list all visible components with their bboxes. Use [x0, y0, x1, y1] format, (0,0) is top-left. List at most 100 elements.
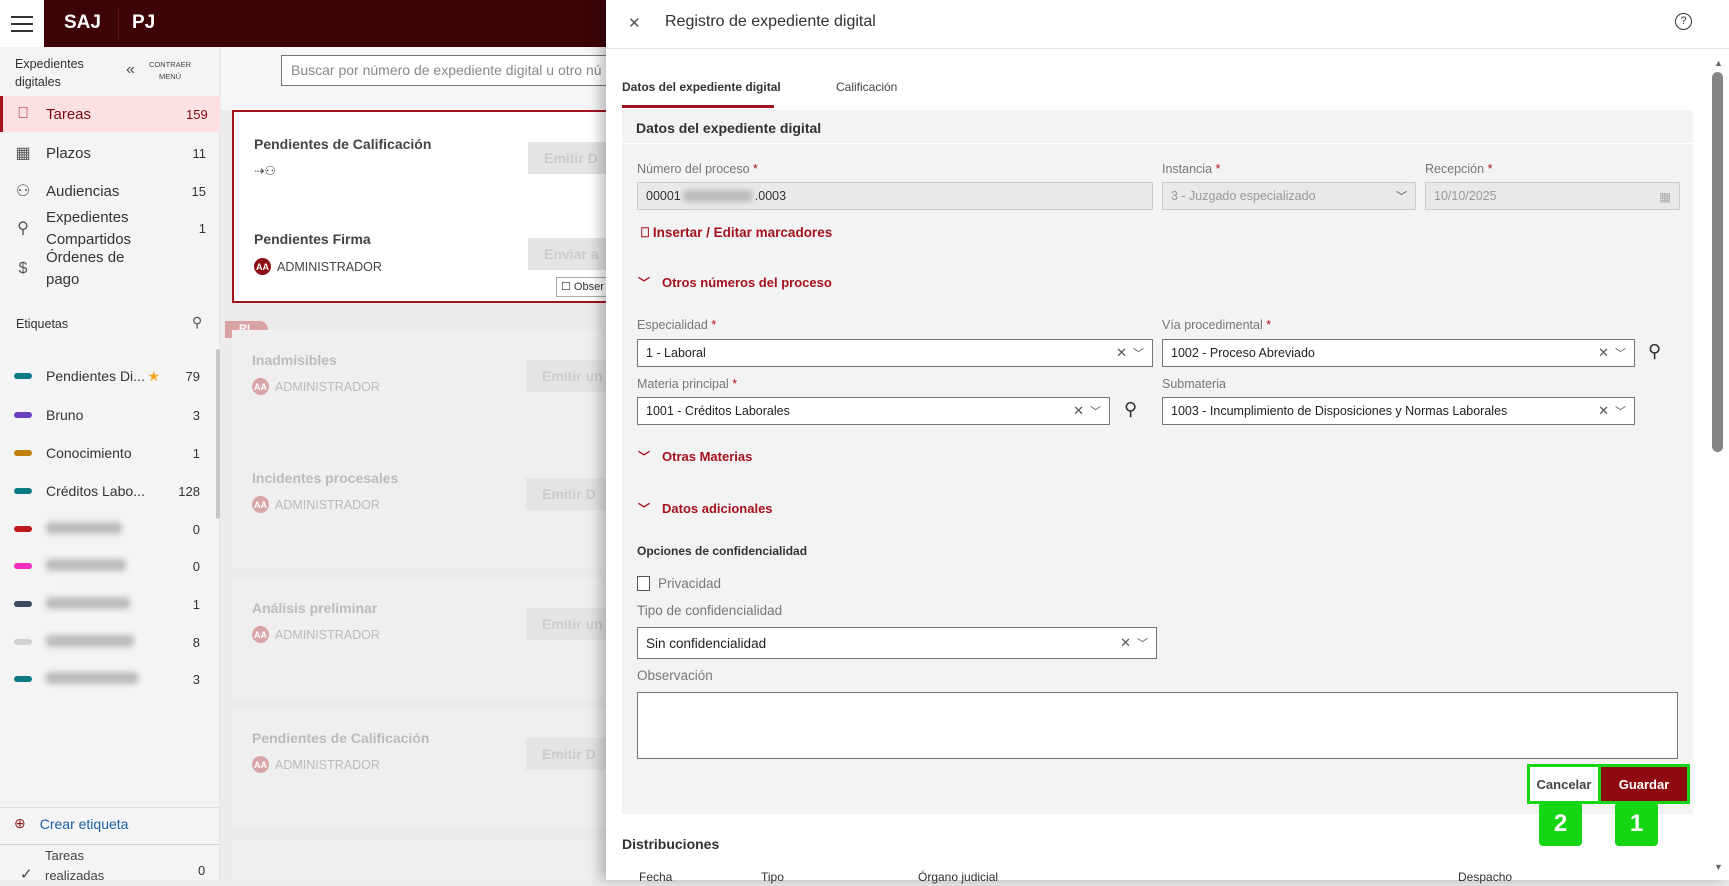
- emitir-button[interactable]: Emitir D: [526, 478, 616, 510]
- via-procedimental-select[interactable]: 1002 - Proceso Abreviado ✕ ﹀: [1162, 339, 1635, 367]
- emitir-button[interactable]: Emitir D: [526, 738, 616, 770]
- scroll-up-icon[interactable]: ▲: [1714, 58, 1723, 68]
- tag-item[interactable]: 3: [0, 669, 210, 689]
- dollar-icon: $: [18, 260, 28, 277]
- col-tipo: Tipo: [761, 870, 784, 884]
- chevron-down-icon: ﹀: [1615, 348, 1626, 360]
- tag-item[interactable]: 0: [0, 556, 210, 576]
- add-tag-icon: ⊕: [14, 815, 26, 831]
- clear-icon: ✕: [1116, 345, 1127, 360]
- tags-heading: Etiquetas: [16, 317, 69, 331]
- help-icon[interactable]: ?: [1675, 13, 1692, 30]
- datos-adicionales-toggle[interactable]: ﹀ Datos adicionales: [622, 500, 773, 517]
- sidebar-item-ordenes-pago[interactable]: $ Órdenes de pago: [0, 247, 220, 291]
- collapse-menu-button[interactable]: CONTRAER MENÚ: [146, 59, 194, 83]
- search-icon[interactable]: ⚲: [1648, 341, 1661, 362]
- calendar-icon: ▦: [1659, 189, 1671, 204]
- avatar: AA: [252, 756, 269, 773]
- star-icon[interactable]: ★: [147, 368, 160, 385]
- clear-icon: ✕: [1073, 403, 1084, 418]
- tag-item[interactable]: Créditos Labo... 128: [0, 481, 210, 501]
- recepcion-date[interactable]: 10/10/2025 ▦: [1425, 182, 1680, 210]
- materia-principal-select[interactable]: 1001 - Créditos Laborales ✕ ﹀: [637, 397, 1110, 425]
- annotation-badge-2: 2: [1539, 802, 1582, 846]
- tag-color-swatch: [14, 676, 32, 682]
- save-button[interactable]: Guardar: [1598, 764, 1690, 804]
- tag-color-swatch: [14, 488, 32, 494]
- tag-item[interactable]: Pendientes Di... ★ 79: [0, 366, 210, 386]
- tag-color-swatch: [14, 601, 32, 607]
- especialidad-select[interactable]: 1 - Laboral ✕ ﹀: [637, 339, 1153, 367]
- sidebar-item-audiencias[interactable]: ⚇ Audiencias 15: [0, 179, 220, 203]
- tab-calificacion[interactable]: Calificación: [836, 80, 897, 94]
- assign-user-icon: ⇢⚇: [254, 164, 276, 178]
- calendar-icon: ▦: [15, 145, 31, 162]
- clear-icon: ✕: [1120, 635, 1131, 650]
- double-chevron-left-icon[interactable]: «: [126, 61, 135, 79]
- clear-icon: ✕: [1598, 403, 1609, 418]
- otras-materias-toggle[interactable]: ﹀ Otras Materias: [622, 448, 752, 465]
- instancia-select[interactable]: 3 - Juzgado especializado ﹀: [1162, 182, 1416, 210]
- cancel-button[interactable]: Cancelar: [1527, 764, 1601, 804]
- enviar-button[interactable]: Enviar a: [528, 238, 618, 270]
- distribuciones-heading: Distribuciones: [622, 836, 720, 852]
- sidebar: Expedientes digitales « CONTRAER MENÚ ⎕ T…: [0, 47, 220, 883]
- chevron-down-icon: ﹀: [638, 450, 651, 464]
- insertar-marcadores-link[interactable]: ⎕ Insertar / Editar marcadores: [641, 225, 832, 241]
- tag-color-swatch: [14, 373, 32, 379]
- numero-proceso-field[interactable]: 00001.0003: [637, 182, 1153, 210]
- submateria-select[interactable]: 1003 - Incumplimiento de Disposiciones y…: [1162, 397, 1635, 425]
- emitir-button[interactable]: Emitir D: [528, 142, 618, 174]
- task-card[interactable]: Pendientes de Calificación AA ADMINISTRAD…: [232, 708, 616, 828]
- tareas-realizadas-count: 0: [198, 863, 206, 878]
- scroll-down-icon[interactable]: ▼: [1714, 862, 1723, 872]
- col-fecha: Fecha: [639, 870, 673, 884]
- sidebar-item-tareas[interactable]: ⎕ Tareas 159: [0, 96, 220, 132]
- tag-item[interactable]: Bruno 3: [0, 405, 210, 425]
- otros-numeros-toggle[interactable]: ﹀ Otros números del proceso: [622, 274, 832, 291]
- chevron-down-icon: ﹀: [1133, 348, 1144, 360]
- tag-color-swatch: [14, 526, 32, 532]
- tipo-confidencialidad-select[interactable]: Sin confidencialidad ✕ ﹀: [637, 627, 1157, 659]
- confidencialidad-heading: Opciones de confidencialidad: [637, 544, 808, 558]
- sidebar-item-expedientes-compartidos[interactable]: ⚲ Expedientes Compartidos 1: [0, 207, 220, 251]
- emitir-button[interactable]: Emitir un: [526, 360, 616, 392]
- task-card[interactable]: Inadmisibles AA ADMINISTRADOR Emitir un: [232, 330, 616, 450]
- task-card[interactable]: Pendientes de Calificación ⇢⚇ Emitir D P…: [232, 110, 618, 303]
- tag-item[interactable]: 8: [0, 632, 210, 652]
- search-tags-icon[interactable]: ⚲: [192, 314, 202, 331]
- privacidad-checkbox[interactable]: Privacidad: [637, 576, 721, 591]
- sidebar-item-plazos[interactable]: ▦ Plazos 11: [0, 141, 220, 165]
- chevron-down-icon: ﹀: [638, 502, 651, 516]
- sidebar-scrollbar[interactable]: [216, 349, 220, 519]
- task-card[interactable]: Incidentes procesales AA ADMINISTRADOR Em…: [232, 448, 616, 568]
- brand-pj: PJ: [132, 12, 156, 33]
- tareas-realizadas[interactable]: Tareas realizadas: [45, 846, 125, 886]
- people-icon: ⚇: [15, 183, 31, 200]
- clear-icon: ✕: [1598, 345, 1609, 360]
- chevron-down-icon: ﹀: [1137, 638, 1148, 650]
- tab-datos[interactable]: Datos del expediente digital: [622, 80, 781, 94]
- check-icon: ✓: [20, 866, 33, 883]
- hamburger-menu-button[interactable]: [0, 0, 44, 47]
- brand-saj: SAJ: [64, 12, 101, 33]
- close-icon[interactable]: ✕: [628, 14, 641, 32]
- col-organo: Órgano judicial: [918, 870, 999, 884]
- tag-item[interactable]: Conocimiento 1: [0, 443, 210, 463]
- panel-scrollbar-thumb[interactable]: [1712, 72, 1723, 452]
- chevron-down-icon: ﹀: [1396, 191, 1407, 203]
- tag-item[interactable]: 0: [0, 519, 210, 539]
- tag-item[interactable]: 1: [0, 594, 210, 614]
- col-despacho: Despacho: [1458, 870, 1513, 884]
- search-input[interactable]: Buscar por número de expediente digital …: [281, 55, 621, 86]
- tag-color-swatch: [14, 563, 32, 569]
- top-bar: SAJ PJ: [0, 0, 606, 47]
- search-icon[interactable]: ⚲: [1124, 399, 1137, 420]
- tag-color-swatch: [14, 412, 32, 418]
- emitir-button[interactable]: Emitir un: [526, 608, 616, 640]
- avatar: AA: [252, 496, 269, 513]
- task-card[interactable]: Análisis preliminar AA ADMINISTRADOR Emit…: [232, 578, 616, 698]
- observacion-textarea[interactable]: [637, 692, 1678, 759]
- chevron-down-icon: ﹀: [638, 276, 651, 290]
- create-tag-link[interactable]: ⊕ Crear etiqueta: [14, 815, 128, 832]
